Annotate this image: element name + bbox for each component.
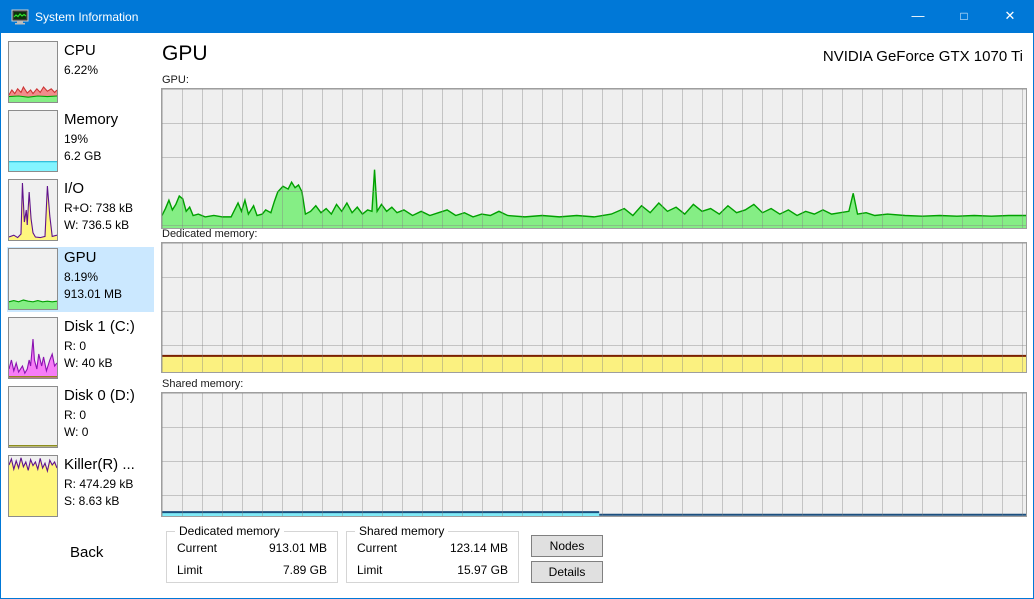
- cpu-thumbnail-graph: [8, 41, 58, 103]
- gpu-thumbnail-graph: [8, 248, 58, 310]
- shared-limit-row: Limit 15.97 GB: [357, 563, 508, 579]
- memory-thumbnail-graph: [8, 110, 58, 172]
- dedicated-memory-graph[interactable]: [161, 242, 1027, 373]
- sidebar-item-label: Killer(R) ...: [64, 454, 154, 476]
- close-button[interactable]: ✕: [987, 1, 1033, 33]
- sidebar-item-label: Memory: [64, 109, 154, 131]
- sidebar-item-label: Disk 0 (D:): [64, 385, 154, 407]
- dedicated-limit-row: Limit 7.89 GB: [177, 563, 327, 579]
- dedicated-memory-groupbox: Dedicated memory Current 913.01 MB Limit…: [166, 531, 338, 583]
- shared-memory-graph-label: Shared memory:: [162, 378, 243, 390]
- sidebar: CPU 6.22% Memory 19% 6.2 GB I/O R+O: 738…: [7, 40, 154, 585]
- system-information-window: System Information — □ ✕ CPU 6.22% Memor…: [0, 0, 1034, 599]
- sidebar-item-memory[interactable]: Memory 19% 6.2 GB: [7, 109, 154, 174]
- sidebar-item-value: R+O: 738 kB: [64, 200, 154, 217]
- shared-memory-graph[interactable]: [161, 392, 1027, 517]
- window-title: System Information: [35, 1, 138, 33]
- sidebar-item-value: 8.19%: [64, 269, 154, 286]
- dedicated-current-row: Current 913.01 MB: [177, 541, 327, 557]
- nodes-button[interactable]: Nodes: [531, 535, 603, 557]
- minimize-button[interactable]: —: [895, 1, 941, 33]
- disk1-thumbnail-graph: [8, 317, 58, 379]
- sidebar-item-value: R: 0: [64, 407, 154, 424]
- gpu-device-name: NVIDIA GeForce GTX 1070 Ti: [823, 48, 1023, 65]
- sidebar-item-label: CPU: [64, 40, 154, 62]
- row-label: Limit: [177, 563, 202, 577]
- row-value: 15.97 GB: [457, 563, 508, 577]
- network-thumbnail-graph: [8, 455, 58, 517]
- row-label: Current: [357, 541, 397, 555]
- shared-memory-groupbox: Shared memory Current 123.14 MB Limit 15…: [346, 531, 519, 583]
- sidebar-item-value: 6.22%: [64, 62, 154, 79]
- sidebar-item-value: W: 40 kB: [64, 355, 154, 372]
- details-button[interactable]: Details: [531, 561, 603, 583]
- app-icon: [11, 8, 29, 26]
- groupbox-title: Dedicated memory: [175, 524, 284, 538]
- back-button[interactable]: Back: [70, 544, 103, 561]
- dedicated-memory-graph-label: Dedicated memory:: [162, 228, 257, 240]
- titlebar: System Information — □ ✕: [1, 1, 1033, 33]
- io-thumbnail-graph: [8, 179, 58, 241]
- sidebar-item-label: GPU: [64, 247, 154, 269]
- sidebar-item-cpu[interactable]: CPU 6.22%: [7, 40, 154, 105]
- maximize-icon: □: [960, 9, 967, 23]
- row-value: 123.14 MB: [450, 541, 508, 555]
- row-value: 7.89 GB: [283, 563, 327, 577]
- close-icon: ✕: [1005, 8, 1016, 23]
- sidebar-item-io[interactable]: I/O R+O: 738 kB W: 736.5 kB: [7, 178, 154, 243]
- gpu-usage-graph[interactable]: [161, 88, 1027, 229]
- groupbox-title: Shared memory: [355, 524, 448, 538]
- sidebar-item-gpu[interactable]: GPU 8.19% 913.01 MB: [7, 247, 154, 312]
- sidebar-item-value: W: 0: [64, 424, 154, 441]
- gpu-graph-label: GPU:: [162, 74, 189, 86]
- sidebar-item-disk1[interactable]: Disk 1 (C:) R: 0 W: 40 kB: [7, 316, 154, 381]
- sidebar-item-value: R: 0: [64, 338, 154, 355]
- sidebar-item-label: Disk 1 (C:): [64, 316, 154, 338]
- sidebar-item-disk0[interactable]: Disk 0 (D:) R: 0 W: 0: [7, 385, 154, 450]
- row-value: 913.01 MB: [269, 541, 327, 555]
- sidebar-item-value: W: 736.5 kB: [64, 217, 154, 234]
- sidebar-item-network[interactable]: Killer(R) ... R: 474.29 kB S: 8.63 kB: [7, 454, 154, 519]
- shared-current-row: Current 123.14 MB: [357, 541, 508, 557]
- maximize-button[interactable]: □: [941, 1, 987, 33]
- page-title: GPU: [162, 42, 208, 66]
- row-label: Current: [177, 541, 217, 555]
- sidebar-item-value: R: 474.29 kB: [64, 476, 154, 493]
- sidebar-item-label: I/O: [64, 178, 154, 200]
- disk0-thumbnail-graph: [8, 386, 58, 448]
- sidebar-item-value: 19%: [64, 131, 154, 148]
- minimize-icon: —: [912, 8, 925, 23]
- sidebar-item-value: S: 8.63 kB: [64, 493, 154, 510]
- sidebar-item-value: 6.2 GB: [64, 148, 154, 165]
- sidebar-item-value: 913.01 MB: [64, 286, 154, 303]
- row-label: Limit: [357, 563, 382, 577]
